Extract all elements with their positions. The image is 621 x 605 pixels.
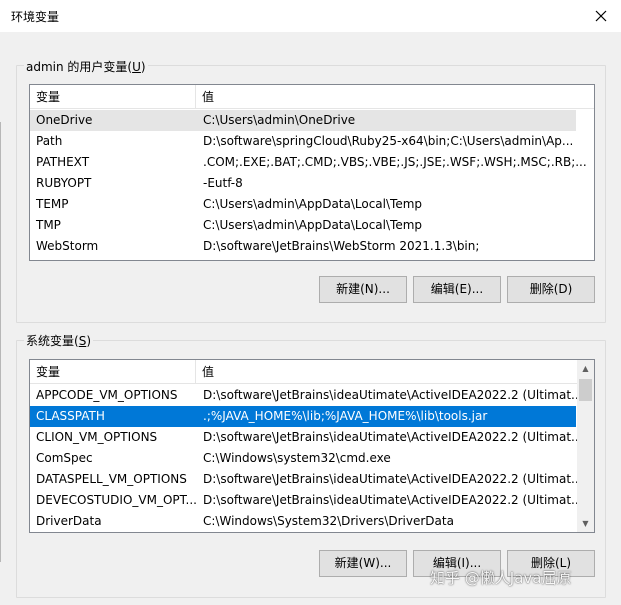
user-delete-button[interactable]: 删除(D) xyxy=(507,276,595,303)
list-item[interactable]: OneDrive C:\Users\admin\OneDrive xyxy=(30,110,576,131)
list-item[interactable]: TEMP C:\Users\admin\AppData\Local\Temp xyxy=(30,194,576,215)
column-header-value[interactable]: 值 xyxy=(196,360,594,384)
scrollbar-thumb[interactable] xyxy=(579,379,592,401)
watermark: 知乎 @懒人Java屈原 xyxy=(430,569,572,587)
user-vars-label: admin 的用户变量(U) xyxy=(24,58,148,75)
list-item[interactable]: RUBYOPT -Eutf-8 xyxy=(30,173,576,194)
title-bar: 环境变量 xyxy=(0,0,621,32)
dialog-body: admin 的用户变量(U) 变量 值 OneDrive C:\Users\ad… xyxy=(0,32,621,605)
list-item[interactable]: CLION_VM_OPTIONS D:\software\JetBrains\i… xyxy=(30,427,583,448)
close-icon xyxy=(595,10,607,22)
user-new-button[interactable]: 新建(N)... xyxy=(319,276,407,303)
list-item[interactable]: DEVECOSTUDIO_VM_OPT... D:\software\JetBr… xyxy=(30,490,583,511)
list-item[interactable]: WebStorm D:\software\JetBrains\WebStorm … xyxy=(30,236,576,257)
list-item[interactable]: DriverData C:\Windows\System32\Drivers\D… xyxy=(30,511,576,532)
list-item[interactable]: DATASPELL_VM_OPTIONS D:\software\JetBrai… xyxy=(30,469,583,490)
window-edge xyxy=(0,122,3,562)
column-header-name[interactable]: 变量 xyxy=(30,360,196,384)
scroll-down-icon[interactable]: ▼ xyxy=(577,515,594,532)
sys-new-button[interactable]: 新建(W)... xyxy=(319,550,407,577)
list-header: 变量 值 xyxy=(30,85,594,109)
sys-vars-label: 系统变量(S) xyxy=(24,332,93,349)
column-header-value[interactable]: 值 xyxy=(196,85,594,109)
list-item[interactable]: PATHEXT .COM;.EXE;.BAT;.CMD;.VBS;.VBE;.J… xyxy=(30,152,587,173)
list-item-selected[interactable]: CLASSPATH .;%JAVA_HOME%\lib;%JAVA_HOME%\… xyxy=(30,406,576,427)
user-vars-list[interactable]: 变量 值 OneDrive C:\Users\admin\OneDrive Pa… xyxy=(29,84,595,261)
list-item[interactable]: APPCODE_VM_OPTIONS D:\software\JetBrains… xyxy=(30,385,583,406)
list-item[interactable]: ComSpec C:\Windows\system32\cmd.exe xyxy=(30,448,576,469)
window-title: 环境变量 xyxy=(11,10,60,24)
vertical-scrollbar[interactable]: ▲ ▼ xyxy=(577,360,594,532)
user-edit-button[interactable]: 编辑(E)... xyxy=(413,276,501,303)
list-header: 变量 值 xyxy=(30,360,594,384)
sys-vars-list[interactable]: 变量 值 APPCODE_VM_OPTIONS D:\software\JetB… xyxy=(29,359,595,533)
list-item[interactable]: TMP C:\Users\admin\AppData\Local\Temp xyxy=(30,215,576,236)
list-item[interactable]: Path D:\software\springCloud\Ruby25-x64\… xyxy=(30,131,576,152)
scroll-up-icon[interactable]: ▲ xyxy=(577,360,594,377)
column-header-name[interactable]: 变量 xyxy=(30,85,196,109)
close-button[interactable] xyxy=(590,5,612,27)
